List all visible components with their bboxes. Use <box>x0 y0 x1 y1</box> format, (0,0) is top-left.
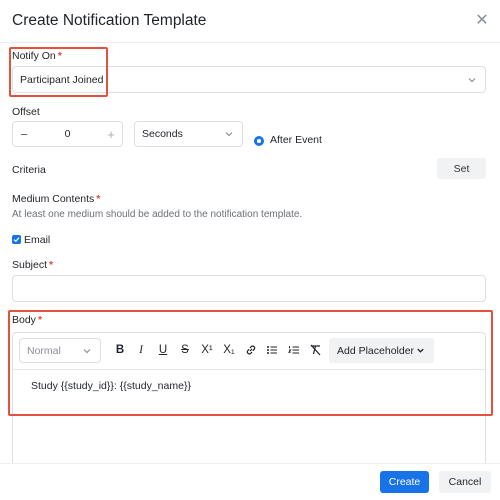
subject-label: Subject * <box>12 259 54 271</box>
cancel-button[interactable]: Cancel <box>439 471 491 493</box>
plus-icon[interactable]: + <box>100 127 122 142</box>
offset-value[interactable]: 0 <box>35 128 100 140</box>
criteria-set-button[interactable]: Set <box>437 158 486 179</box>
email-checkbox[interactable] <box>12 235 21 244</box>
criteria-label: Criteria <box>12 164 46 176</box>
offset-stepper[interactable]: − 0 + <box>12 121 123 147</box>
chevron-down-icon <box>225 132 233 137</box>
modal-title: Create Notification Template <box>12 12 207 29</box>
footer-divider <box>0 463 500 464</box>
after-event-label: After Event <box>270 134 322 146</box>
create-button[interactable]: Create <box>380 471 429 493</box>
offset-label: Offset <box>12 106 40 118</box>
body-highlight <box>8 310 493 416</box>
close-icon[interactable]: ✕ <box>473 12 491 30</box>
header-divider <box>0 42 500 43</box>
email-label: Email <box>24 234 51 246</box>
subject-input[interactable] <box>12 275 486 302</box>
offset-unit-value: Seconds <box>142 128 183 140</box>
medium-contents-label: Medium Contents * <box>12 193 101 205</box>
check-icon <box>13 237 20 243</box>
notify-on-highlight <box>9 47 108 97</box>
offset-unit-select[interactable]: Seconds <box>134 121 243 147</box>
medium-hint: At least one medium should be added to t… <box>12 209 303 220</box>
minus-icon[interactable]: − <box>13 127 35 142</box>
after-event-radio[interactable] <box>254 136 264 146</box>
chevron-down-icon <box>468 77 476 82</box>
